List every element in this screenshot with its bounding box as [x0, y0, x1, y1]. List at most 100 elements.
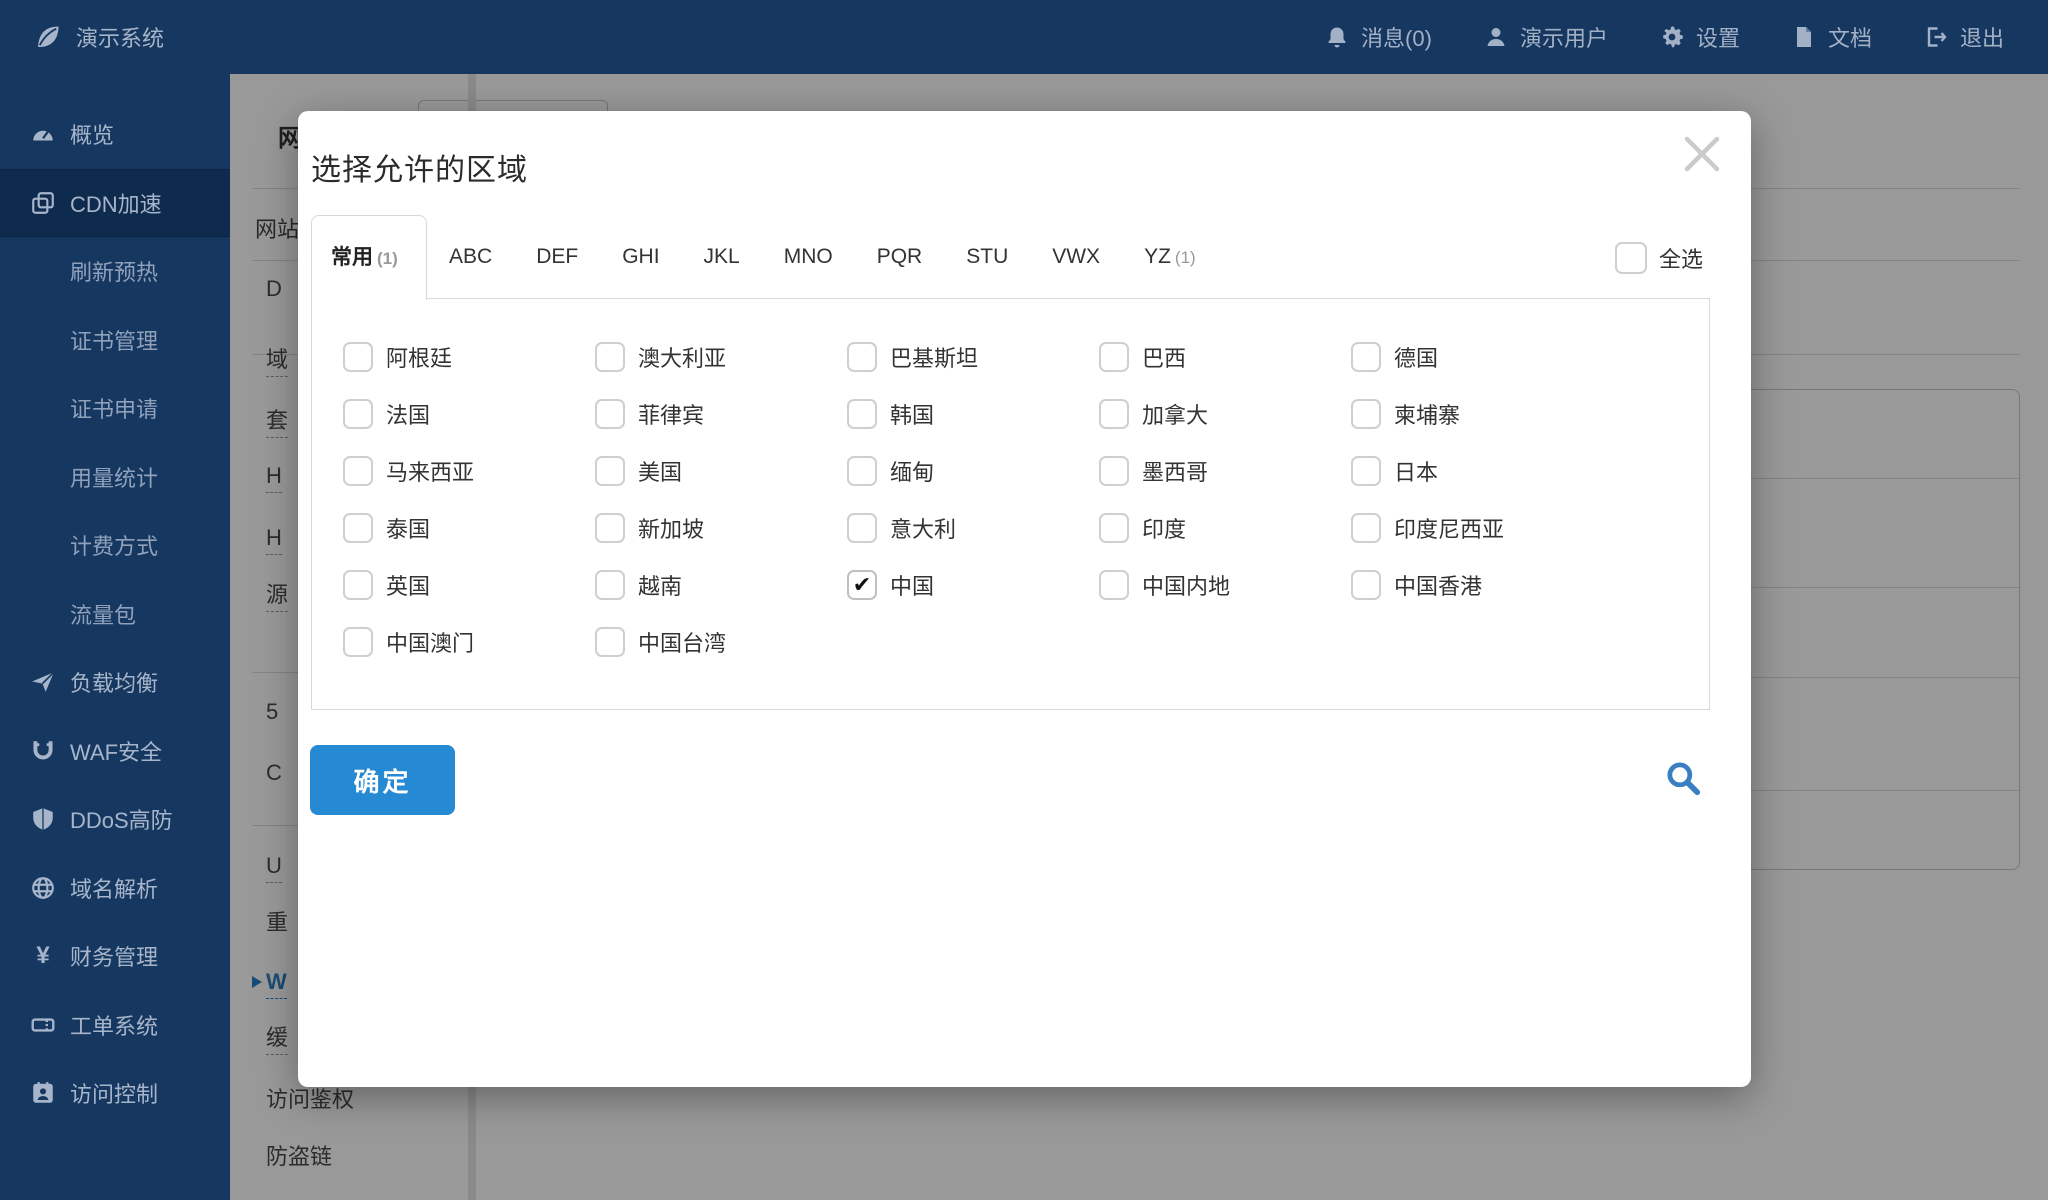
tab-7[interactable]: STU [944, 215, 1030, 299]
sidebar-item-13[interactable]: 工单系统 [0, 991, 230, 1060]
select-all-checkbox[interactable]: ✔ [1614, 242, 1647, 274]
sidebar-item-2[interactable]: 刷新预热 [0, 237, 230, 306]
navbar-item-label: 退出 [1959, 26, 2004, 51]
country-checkbox-13[interactable]: ✔ 墨西哥 [1099, 442, 1351, 499]
checkbox[interactable]: ✔ [595, 341, 625, 372]
checkbox[interactable]: ✔ [595, 569, 625, 600]
country-checkbox-5[interactable]: ✔ 法国 [343, 385, 595, 442]
navbar-item-label: 设置 [1695, 26, 1740, 51]
select-all[interactable]: ✔ 全选 [1614, 242, 1703, 274]
navbar-item-3[interactable]: 文档 [1792, 21, 1872, 53]
country-checkbox-25[interactable]: ✔ 中国澳门 [343, 613, 595, 670]
sidebar-item-5[interactable]: 用量统计 [0, 443, 230, 512]
sidebar-item-8[interactable]: 负载均衡 [0, 648, 230, 717]
country-checkbox-15[interactable]: ✔ 泰国 [343, 499, 595, 556]
tab-0-active[interactable]: 常用 (1) [311, 215, 427, 300]
sidebar-item-4[interactable]: 证书申请 [0, 374, 230, 443]
checkbox[interactable]: ✔ [343, 569, 373, 600]
country-checkbox-6[interactable]: ✔ 菲律宾 [595, 385, 847, 442]
tab-3[interactable]: GHI [600, 215, 681, 299]
checkbox[interactable]: ✔ [595, 455, 625, 486]
checkbox[interactable]: ✔ [847, 512, 877, 543]
checkbox[interactable]: ✔ [343, 341, 373, 372]
sidebar-item-3[interactable]: 证书管理 [0, 306, 230, 375]
country-checkbox-18[interactable]: ✔ 印度 [1099, 499, 1351, 556]
brand: 演示系统 [0, 21, 164, 53]
country-checkbox-24[interactable]: ✔ 中国香港 [1351, 556, 1603, 613]
country-checkbox-16[interactable]: ✔ 新加坡 [595, 499, 847, 556]
country-checkbox-23[interactable]: ✔ 中国内地 [1099, 556, 1351, 613]
tab-5[interactable]: MNO [762, 215, 855, 299]
leaf-icon [34, 23, 62, 51]
checkbox[interactable]: ✔ [343, 455, 373, 486]
checkbox[interactable]: ✔ [847, 455, 877, 486]
navbar-item-2[interactable]: 设置 [1660, 21, 1740, 53]
navbar-item-1[interactable]: 演示用户 [1484, 21, 1608, 53]
country-checkbox-7[interactable]: ✔ 韩国 [847, 385, 1099, 442]
country-checkbox-10[interactable]: ✔ 马来西亚 [343, 442, 595, 499]
navbar-item-0[interactable]: 消息(0) [1325, 21, 1432, 53]
checkbox[interactable]: ✔ [1099, 341, 1129, 372]
country-checkbox-12[interactable]: ✔ 缅甸 [847, 442, 1099, 499]
sidebar-item-label: 域名解析 [70, 876, 159, 902]
country-checkbox-22[interactable]: ✔ 中国 [847, 556, 1099, 613]
country-checkbox-11[interactable]: ✔ 美国 [595, 442, 847, 499]
tab-8[interactable]: VWX [1030, 215, 1122, 299]
checkbox[interactable]: ✔ [1099, 398, 1129, 429]
tab-1[interactable]: ABC [427, 215, 514, 299]
checkbox[interactable]: ✔ [847, 341, 877, 372]
checkbox[interactable]: ✔ [343, 398, 373, 429]
tab-4[interactable]: JKL [682, 215, 762, 299]
sidebar-item-9[interactable]: WAF安全 [0, 717, 230, 786]
country-checkbox-20[interactable]: ✔ 英国 [343, 556, 595, 613]
country-checkbox-1[interactable]: ✔ 澳大利亚 [595, 328, 847, 385]
tab-9[interactable]: YZ (1) [1122, 215, 1218, 299]
country-checkbox-2[interactable]: ✔ 巴基斯坦 [847, 328, 1099, 385]
checkbox[interactable]: ✔ [1351, 512, 1381, 543]
checkbox[interactable]: ✔ [343, 626, 373, 657]
navbar-item-4[interactable]: 退出 [1924, 21, 2004, 53]
checkbox[interactable]: ✔ [343, 512, 373, 543]
sidebar-item-6[interactable]: 计费方式 [0, 511, 230, 580]
checkbox[interactable]: ✔ [1351, 455, 1381, 486]
country-checkbox-21[interactable]: ✔ 越南 [595, 556, 847, 613]
checkbox[interactable]: ✔ [595, 512, 625, 543]
country-checkbox-8[interactable]: ✔ 加拿大 [1099, 385, 1351, 442]
country-checkbox-0[interactable]: ✔ 阿根廷 [343, 328, 595, 385]
close-icon[interactable] [1680, 132, 1724, 176]
checkbox[interactable]: ✔ [1099, 512, 1129, 543]
checkbox[interactable]: ✔ [847, 569, 877, 600]
country-checkbox-9[interactable]: ✔ 柬埔寨 [1351, 385, 1603, 442]
checkbox[interactable]: ✔ [1351, 398, 1381, 429]
magnet-icon [30, 738, 56, 764]
checkbox[interactable]: ✔ [1099, 455, 1129, 486]
checkbox[interactable]: ✔ [595, 626, 625, 657]
confirm-button[interactable]: 确定 [310, 745, 455, 815]
sidebar-item-14[interactable]: 访问控制 [0, 1059, 230, 1128]
tab-6[interactable]: PQR [855, 215, 945, 299]
sidebar-item-7[interactable]: 流量包 [0, 580, 230, 649]
sidebar-item-label: 工单系统 [70, 1013, 159, 1039]
sidebar-item-10[interactable]: DDoS高防 [0, 785, 230, 854]
brand-label: 演示系统 [76, 26, 165, 51]
country-checkbox-14[interactable]: ✔ 日本 [1351, 442, 1603, 499]
document-icon [1792, 25, 1816, 49]
country-checkbox-26[interactable]: ✔ 中国台湾 [595, 613, 847, 670]
checkbox[interactable]: ✔ [1351, 569, 1381, 600]
country-checkbox-3[interactable]: ✔ 巴西 [1099, 328, 1351, 385]
top-navbar: 演示系统 消息(0) 演示用户 设置 文档 退出 [0, 0, 2048, 74]
search-icon[interactable] [1664, 759, 1702, 797]
country-checkbox-19[interactable]: ✔ 印度尼西亚 [1351, 499, 1603, 556]
sidebar-item-0[interactable]: 概览 [0, 100, 230, 169]
country-label: 日本 [1394, 459, 1439, 485]
sidebar-item-1[interactable]: CDN加速 [0, 168, 230, 237]
sidebar-item-12[interactable]: ¥ 财务管理 [0, 922, 230, 991]
checkbox[interactable]: ✔ [595, 398, 625, 429]
checkbox[interactable]: ✔ [1351, 341, 1381, 372]
country-checkbox-4[interactable]: ✔ 德国 [1351, 328, 1603, 385]
checkbox[interactable]: ✔ [1099, 569, 1129, 600]
sidebar-item-11[interactable]: 域名解析 [0, 854, 230, 923]
checkbox[interactable]: ✔ [847, 398, 877, 429]
tab-2[interactable]: DEF [514, 215, 600, 299]
country-checkbox-17[interactable]: ✔ 意大利 [847, 499, 1099, 556]
